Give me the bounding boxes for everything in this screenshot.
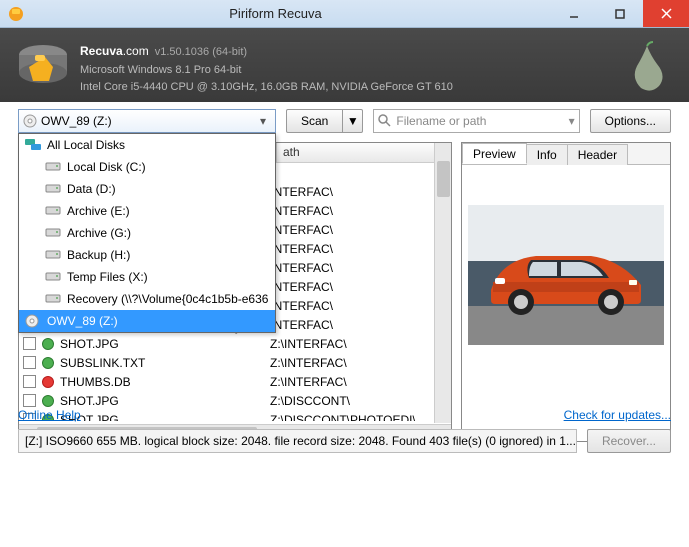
drive-icon xyxy=(45,160,61,174)
table-row[interactable]: SUBSLINK.TXTZ:\INTERFAC\ xyxy=(19,353,451,372)
file-path: \INTERFAC\ xyxy=(267,185,451,199)
drive-icon xyxy=(45,204,61,218)
system-info-hw: Intel Core i5-4440 CPU @ 3.10GHz, 16.0GB… xyxy=(80,80,453,95)
file-path: Z:\INTERFAC\ xyxy=(270,375,451,389)
recuva-logo-icon xyxy=(14,36,72,94)
table-row[interactable]: THUMBS.DBZ:\INTERFAC\ xyxy=(19,372,451,391)
drive-option[interactable]: Data (D:) xyxy=(19,178,275,200)
drive-option[interactable]: All Local Disks xyxy=(19,134,275,156)
file-path: \INTERFAC\ xyxy=(267,223,451,237)
row-checkbox[interactable] xyxy=(23,337,36,350)
online-help-link[interactable]: Online Help xyxy=(18,408,81,422)
preview-image xyxy=(468,205,664,345)
vertical-scrollbar[interactable] xyxy=(434,143,451,423)
recovery-state-icon xyxy=(42,357,54,369)
cd-icon xyxy=(25,314,41,328)
cd-icon xyxy=(23,114,37,128)
chevron-down-icon: ▾ xyxy=(569,114,575,128)
drive-option[interactable]: OWV_89 (Z:) xyxy=(19,310,275,332)
row-checkbox[interactable] xyxy=(23,375,36,388)
drive-icon xyxy=(45,270,61,284)
tab-header[interactable]: Header xyxy=(567,144,628,165)
tab-info[interactable]: Info xyxy=(526,144,568,165)
chevron-down-icon: ▾ xyxy=(255,114,271,128)
recovery-state-icon xyxy=(42,376,54,388)
tab-preview[interactable]: Preview xyxy=(462,143,527,164)
preview-panel: PreviewInfoHeader xyxy=(461,142,671,442)
file-path: \INTERFAC\ xyxy=(267,299,451,313)
status-bar: [Z:] ISO9660 655 MB. logical block size:… xyxy=(18,429,577,453)
file-path: \INTERFAC\ xyxy=(267,280,451,294)
file-name: THUMBS.DB xyxy=(60,375,270,389)
file-path: \INTERFAC\ xyxy=(267,204,451,218)
drive-option[interactable]: Backup (H:) xyxy=(19,244,275,266)
recovery-state-icon xyxy=(42,338,54,350)
drive-option[interactable]: Temp Files (X:) xyxy=(19,266,275,288)
app-header: Recuva.comv1.50.1036 (64-bit) Microsoft … xyxy=(0,28,689,102)
file-path: Z:\INTERFAC\ xyxy=(270,356,451,370)
close-button[interactable] xyxy=(643,0,689,27)
file-path: \ xyxy=(267,166,451,180)
scan-dropdown-button[interactable]: ▼ xyxy=(343,109,363,133)
column-path[interactable]: ath xyxy=(277,143,451,162)
row-checkbox[interactable] xyxy=(23,356,36,369)
file-path: \INTERFAC\ xyxy=(267,242,451,256)
drive-option[interactable]: Local Disk (C:) xyxy=(19,156,275,178)
file-path: \INTERFAC\ xyxy=(267,318,451,332)
options-button[interactable]: Options... xyxy=(590,109,671,133)
minimize-button[interactable] xyxy=(551,0,597,27)
drive-selected-text: OWV_89 (Z:) xyxy=(41,114,255,128)
scan-button[interactable]: Scan xyxy=(286,109,343,133)
drive-selector[interactable]: OWV_89 (Z:) ▾ xyxy=(18,109,276,133)
search-input[interactable]: Filename or path ▾ xyxy=(373,109,579,133)
drive-option[interactable]: Archive (G:) xyxy=(19,222,275,244)
drive-icon xyxy=(45,248,61,262)
file-name: SHOT.JPG xyxy=(60,337,270,351)
app-icon xyxy=(8,6,24,22)
file-name: SUBSLINK.TXT xyxy=(60,356,270,370)
drive-icon xyxy=(45,182,61,196)
window-title: Piriform Recuva xyxy=(0,6,551,21)
drive-option[interactable]: Archive (E:) xyxy=(19,200,275,222)
disks-icon xyxy=(25,138,41,152)
table-row[interactable]: SHOT.JPGZ:\INTERFAC\ xyxy=(19,334,451,353)
recover-button[interactable]: Recover... xyxy=(587,429,671,453)
file-path: \INTERFAC\ xyxy=(267,261,451,275)
drive-icon xyxy=(45,292,61,306)
maximize-button[interactable] xyxy=(597,0,643,27)
piriform-pear-icon xyxy=(623,38,671,94)
brand-name: Recuva.comv1.50.1036 (64-bit) xyxy=(80,35,453,61)
search-icon xyxy=(378,114,392,128)
drive-option[interactable]: Recovery (\\?\Volume{0c4c1b5b-e636-4ada xyxy=(19,288,275,310)
drive-icon xyxy=(45,226,61,240)
file-path: Z:\INTERFAC\ xyxy=(270,337,451,351)
drive-dropdown: All Local DisksLocal Disk (C:)Data (D:)A… xyxy=(18,133,276,333)
system-info-os: Microsoft Windows 8.1 Pro 64-bit xyxy=(80,63,453,78)
check-updates-link[interactable]: Check for updates... xyxy=(564,408,671,422)
